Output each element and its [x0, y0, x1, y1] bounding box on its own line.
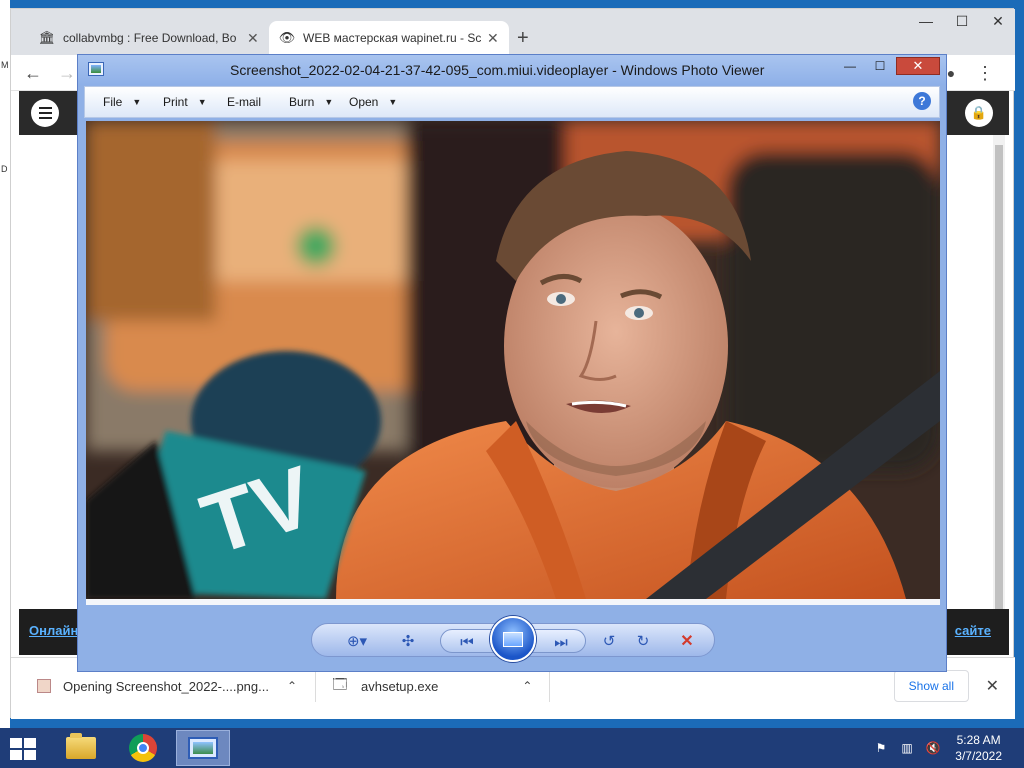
dropdown-caret-icon: ▼: [197, 97, 207, 107]
system-tray: ⚑ ▥ 🔇: [872, 740, 942, 756]
back-button[interactable]: ←: [21, 61, 45, 85]
help-icon[interactable]: ?: [913, 92, 931, 110]
next-button[interactable]: ⏭: [549, 631, 573, 653]
delete-button[interactable]: ✕: [676, 630, 698, 652]
dropdown-caret-icon: ▼: [324, 97, 334, 107]
menu-label: Open: [349, 95, 379, 109]
menu-label: File: [103, 95, 123, 109]
photo-image: TV: [86, 121, 940, 599]
photo-viewer-control-bar: ⊕▾ ✣ ⏮ ⏭ ↺ ↻ ✕: [311, 616, 715, 662]
download-label: avhsetup.exe: [361, 678, 439, 694]
browser-tab-strip: 🏛 collabvmbg : Free Download, Bo ✕ 👁 WEB…: [11, 9, 1015, 55]
lock-icon[interactable]: 🔒: [965, 99, 993, 127]
rotate-counterclockwise-button[interactable]: ↺: [598, 630, 620, 652]
download-label: Opening Screenshot_2022-....png...: [63, 678, 269, 694]
chrome-icon[interactable]: [116, 730, 170, 766]
menu-print[interactable]: Print ▼: [163, 95, 207, 109]
network-icon[interactable]: ▥: [898, 740, 916, 756]
dropdown-caret-icon: ▼: [132, 97, 142, 107]
clock-time: 5:28 AM: [956, 733, 1001, 747]
dropdown-caret-icon: ▼: [388, 97, 398, 107]
start-button[interactable]: [10, 738, 36, 760]
minimize-button[interactable]: —: [836, 57, 864, 75]
actual-size-button[interactable]: ✣: [396, 630, 420, 652]
scrollbar-thumb[interactable]: [995, 145, 1003, 645]
close-button[interactable]: ✕: [987, 13, 1009, 30]
close-tab-icon[interactable]: ✕: [487, 30, 499, 47]
flag-icon[interactable]: ⚑: [872, 740, 890, 756]
photo-viewer-window: Screenshot_2022-02-04-21-37-42-095_com.m…: [77, 54, 947, 672]
browser-tab-active[interactable]: 👁 WEB мастерская wapinet.ru - Sc ✕: [269, 21, 509, 55]
desktop-edge-mark: D: [1, 164, 8, 174]
minimize-button[interactable]: —: [915, 13, 937, 30]
photo-viewer-icon[interactable]: [176, 730, 230, 766]
menu-label: Print: [163, 95, 188, 109]
photo-display: TV: [86, 121, 940, 605]
tab-title: collabvmbg : Free Download, Bo: [63, 31, 237, 45]
clock-date: 3/7/2022: [955, 749, 1002, 763]
close-download-shelf-icon[interactable]: ✕: [986, 676, 999, 696]
menu-label: E-mail: [227, 95, 262, 109]
photo-viewer-titlebar[interactable]: Screenshot_2022-02-04-21-37-42-095_com.m…: [78, 55, 946, 85]
rotate-clockwise-button[interactable]: ↻: [632, 630, 654, 652]
browser-window-controls: — ☐ ✕: [915, 13, 1009, 30]
zoom-button[interactable]: ⊕▾: [342, 630, 372, 652]
slideshow-button[interactable]: [490, 616, 536, 662]
photo-viewer-app-icon: [88, 62, 104, 76]
menu-burn[interactable]: Burn ▼: [289, 95, 333, 109]
taskbar: ⚑ ▥ 🔇 5:28 AM 3/7/2022: [0, 728, 1024, 768]
new-tab-button[interactable]: +: [517, 27, 529, 50]
menu-open[interactable]: Open ▼: [349, 95, 397, 109]
clock[interactable]: 5:28 AM 3/7/2022: [955, 732, 1002, 764]
maximize-button[interactable]: ☐: [866, 57, 894, 75]
divider: [549, 670, 550, 702]
footer-link-online[interactable]: Онлайн: [29, 623, 78, 638]
chevron-up-icon[interactable]: ⌃: [287, 679, 297, 693]
desktop-edge-mark: M: [1, 60, 9, 70]
menu-email[interactable]: E-mail: [227, 95, 261, 109]
menu-label: Burn: [289, 95, 315, 109]
photo-viewer-menubar: File ▼ Print ▼ E-mail Burn ▼ Open ▼ ?: [84, 86, 940, 118]
tab-title: WEB мастерская wapinet.ru - Sc: [303, 31, 481, 45]
desktop-edge-strip: M D: [0, 0, 10, 728]
footer-link-site[interactable]: сайте: [955, 623, 991, 638]
installer-file-icon: 🗔: [332, 676, 348, 692]
menu-file[interactable]: File ▼: [103, 95, 141, 109]
chevron-up-icon[interactable]: ⌃: [522, 679, 532, 693]
close-button[interactable]: ✕: [896, 57, 940, 75]
divider: [315, 670, 316, 702]
maximize-button[interactable]: ☐: [951, 13, 973, 30]
close-tab-icon[interactable]: ✕: [247, 30, 259, 47]
file-explorer-icon[interactable]: [54, 730, 108, 766]
show-all-button[interactable]: Show all: [893, 670, 969, 702]
browser-menu-button[interactable]: ⋮: [973, 61, 997, 85]
photo-viewer-window-controls: — ☐ ✕: [836, 57, 940, 75]
previous-button[interactable]: ⏮: [455, 631, 479, 653]
hamburger-menu-icon[interactable]: [31, 99, 59, 127]
page-scrollbar[interactable]: [993, 135, 1005, 655]
eye-icon: 👁: [278, 30, 296, 45]
slideshow-icon: [503, 631, 523, 647]
archive-icon: 🏛: [38, 30, 56, 45]
volume-muted-icon[interactable]: 🔇: [924, 740, 942, 756]
photo-viewer-title: Screenshot_2022-02-04-21-37-42-095_com.m…: [230, 62, 765, 78]
browser-tab[interactable]: 🏛 collabvmbg : Free Download, Bo ✕: [29, 21, 269, 55]
forward-button[interactable]: →: [55, 61, 79, 85]
image-file-icon: [37, 679, 51, 693]
